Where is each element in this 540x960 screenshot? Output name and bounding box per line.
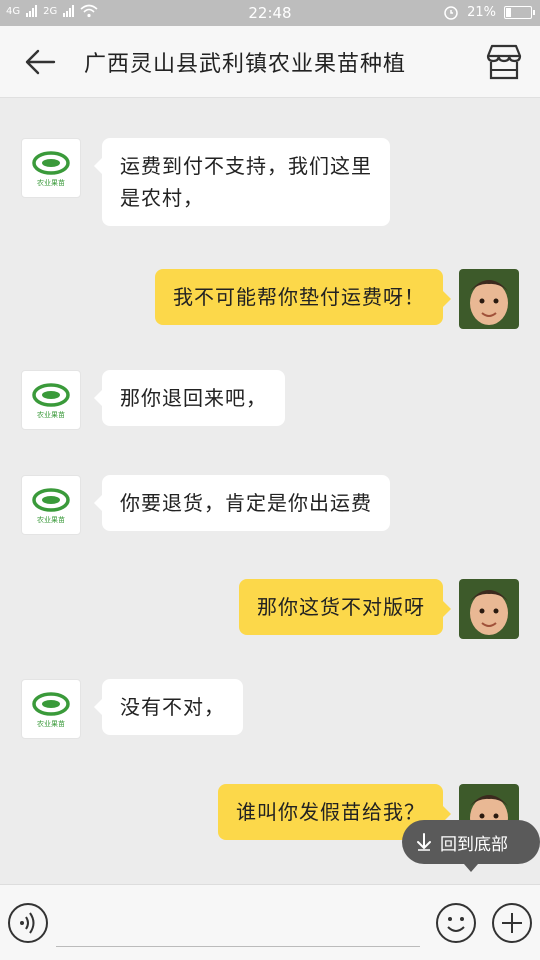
shop-avatar[interactable]: 农业果苗 [21, 475, 81, 535]
user-avatar[interactable] [459, 269, 519, 329]
battery-percent: 21% [467, 4, 496, 20]
user-avatar[interactable] [459, 579, 519, 639]
svg-text:农业果苗: 农业果苗 [37, 178, 65, 187]
voice-icon[interactable] [8, 903, 48, 943]
message-bubble-incoming[interactable]: 你要退货，肯定是你出运费 [94, 475, 390, 531]
back-to-bottom-label: 回到底部 [440, 834, 508, 855]
arrow-down-icon [417, 833, 431, 851]
message-bubble-outgoing[interactable]: 我不可能帮你垫付运费呀！ [155, 269, 451, 325]
shop-avatar[interactable]: 农业果苗 [21, 679, 81, 739]
store-icon[interactable] [484, 42, 524, 82]
shop-avatar[interactable]: 农业果苗 [21, 138, 81, 198]
svg-text:农业果苗: 农业果苗 [37, 410, 65, 419]
status-right: 21% [443, 4, 535, 20]
message-bubble-incoming[interactable]: 那你退回来吧， [94, 370, 285, 426]
chat-header: 广西灵山县武利镇农业果苗种植 [0, 26, 540, 98]
battery-icon [504, 5, 535, 19]
battery-fill [506, 7, 512, 17]
alarm-icon [444, 6, 458, 20]
message-bubble-outgoing[interactable]: 那你这货不对版呀 [239, 579, 451, 635]
message-bubble-incoming[interactable]: 没有不对， [94, 679, 243, 735]
svg-text:农业果苗: 农业果苗 [37, 515, 65, 524]
plus-icon[interactable] [492, 903, 532, 943]
message-bubble-incoming[interactable]: 运费到付不支持，我们这里 是农村， [94, 138, 390, 226]
emoji-icon[interactable] [436, 903, 476, 943]
svg-text:农业果苗: 农业果苗 [37, 719, 65, 728]
message-input[interactable] [56, 897, 420, 947]
chat-area[interactable]: 农业果苗 运费到付不支持，我们这里 是农村， 我不可能帮你垫付运费呀！ 农业果苗… [0, 98, 540, 884]
back-to-bottom-button[interactable]: 回到底部 [402, 820, 540, 872]
chat-title: 广西灵山县武利镇农业果苗种植 [84, 52, 407, 77]
status-bar: 4G 2G 22:48 21% [0, 0, 540, 26]
input-bar [0, 884, 540, 960]
arrow-left-icon[interactable] [24, 48, 56, 76]
shop-avatar[interactable]: 农业果苗 [21, 370, 81, 430]
